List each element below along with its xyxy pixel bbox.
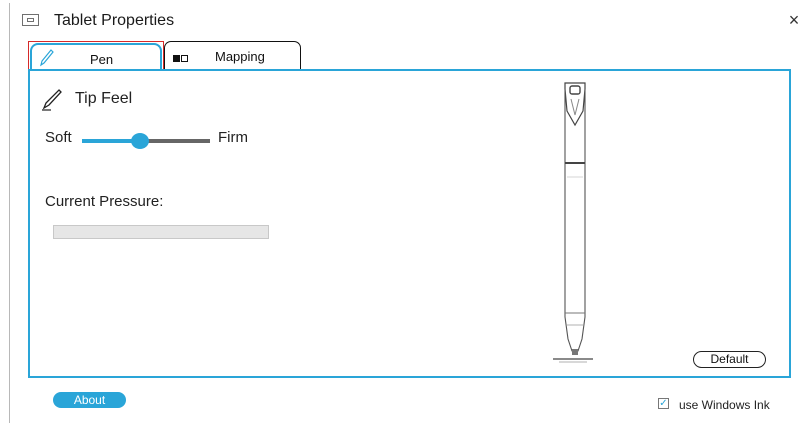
tablet-properties-window: Tablet Properties × Pen Mapping Tip Feel… — [9, 3, 809, 423]
windows-ink-checkbox[interactable]: ✓ — [658, 398, 669, 409]
about-button[interactable]: About — [53, 392, 126, 408]
title-bar: Tablet Properties × — [10, 3, 809, 35]
tip-feel-slider[interactable] — [82, 133, 210, 149]
tablet-icon — [22, 14, 39, 26]
current-pressure-bar — [53, 225, 269, 239]
soft-label: Soft — [45, 129, 72, 146]
firm-label: Firm — [218, 129, 248, 146]
tab-mapping-label: Mapping — [215, 49, 265, 64]
tab-pen-selected-frame: Pen — [30, 43, 162, 71]
tab-pen[interactable]: Pen — [28, 41, 164, 71]
pen-icon — [40, 49, 54, 70]
tab-pen-label: Pen — [90, 52, 114, 67]
tip-feel-slider-thumb[interactable] — [130, 133, 149, 149]
tip-feel-label: Tip Feel — [75, 90, 133, 107]
mapping-icon — [173, 55, 188, 62]
current-pressure-label: Current Pressure: — [45, 193, 164, 210]
close-button[interactable]: × — [785, 11, 803, 29]
default-button[interactable]: Default — [693, 351, 766, 368]
tab-mapping[interactable]: Mapping — [164, 41, 301, 70]
window-title: Tablet Properties — [54, 12, 175, 29]
pen-illustration — [545, 77, 605, 372]
pen-nib-icon — [41, 88, 63, 117]
windows-ink-label: use Windows Ink — [679, 398, 770, 412]
pen-settings-panel: Tip Feel Soft Firm Current Pressure: Def… — [28, 69, 791, 378]
